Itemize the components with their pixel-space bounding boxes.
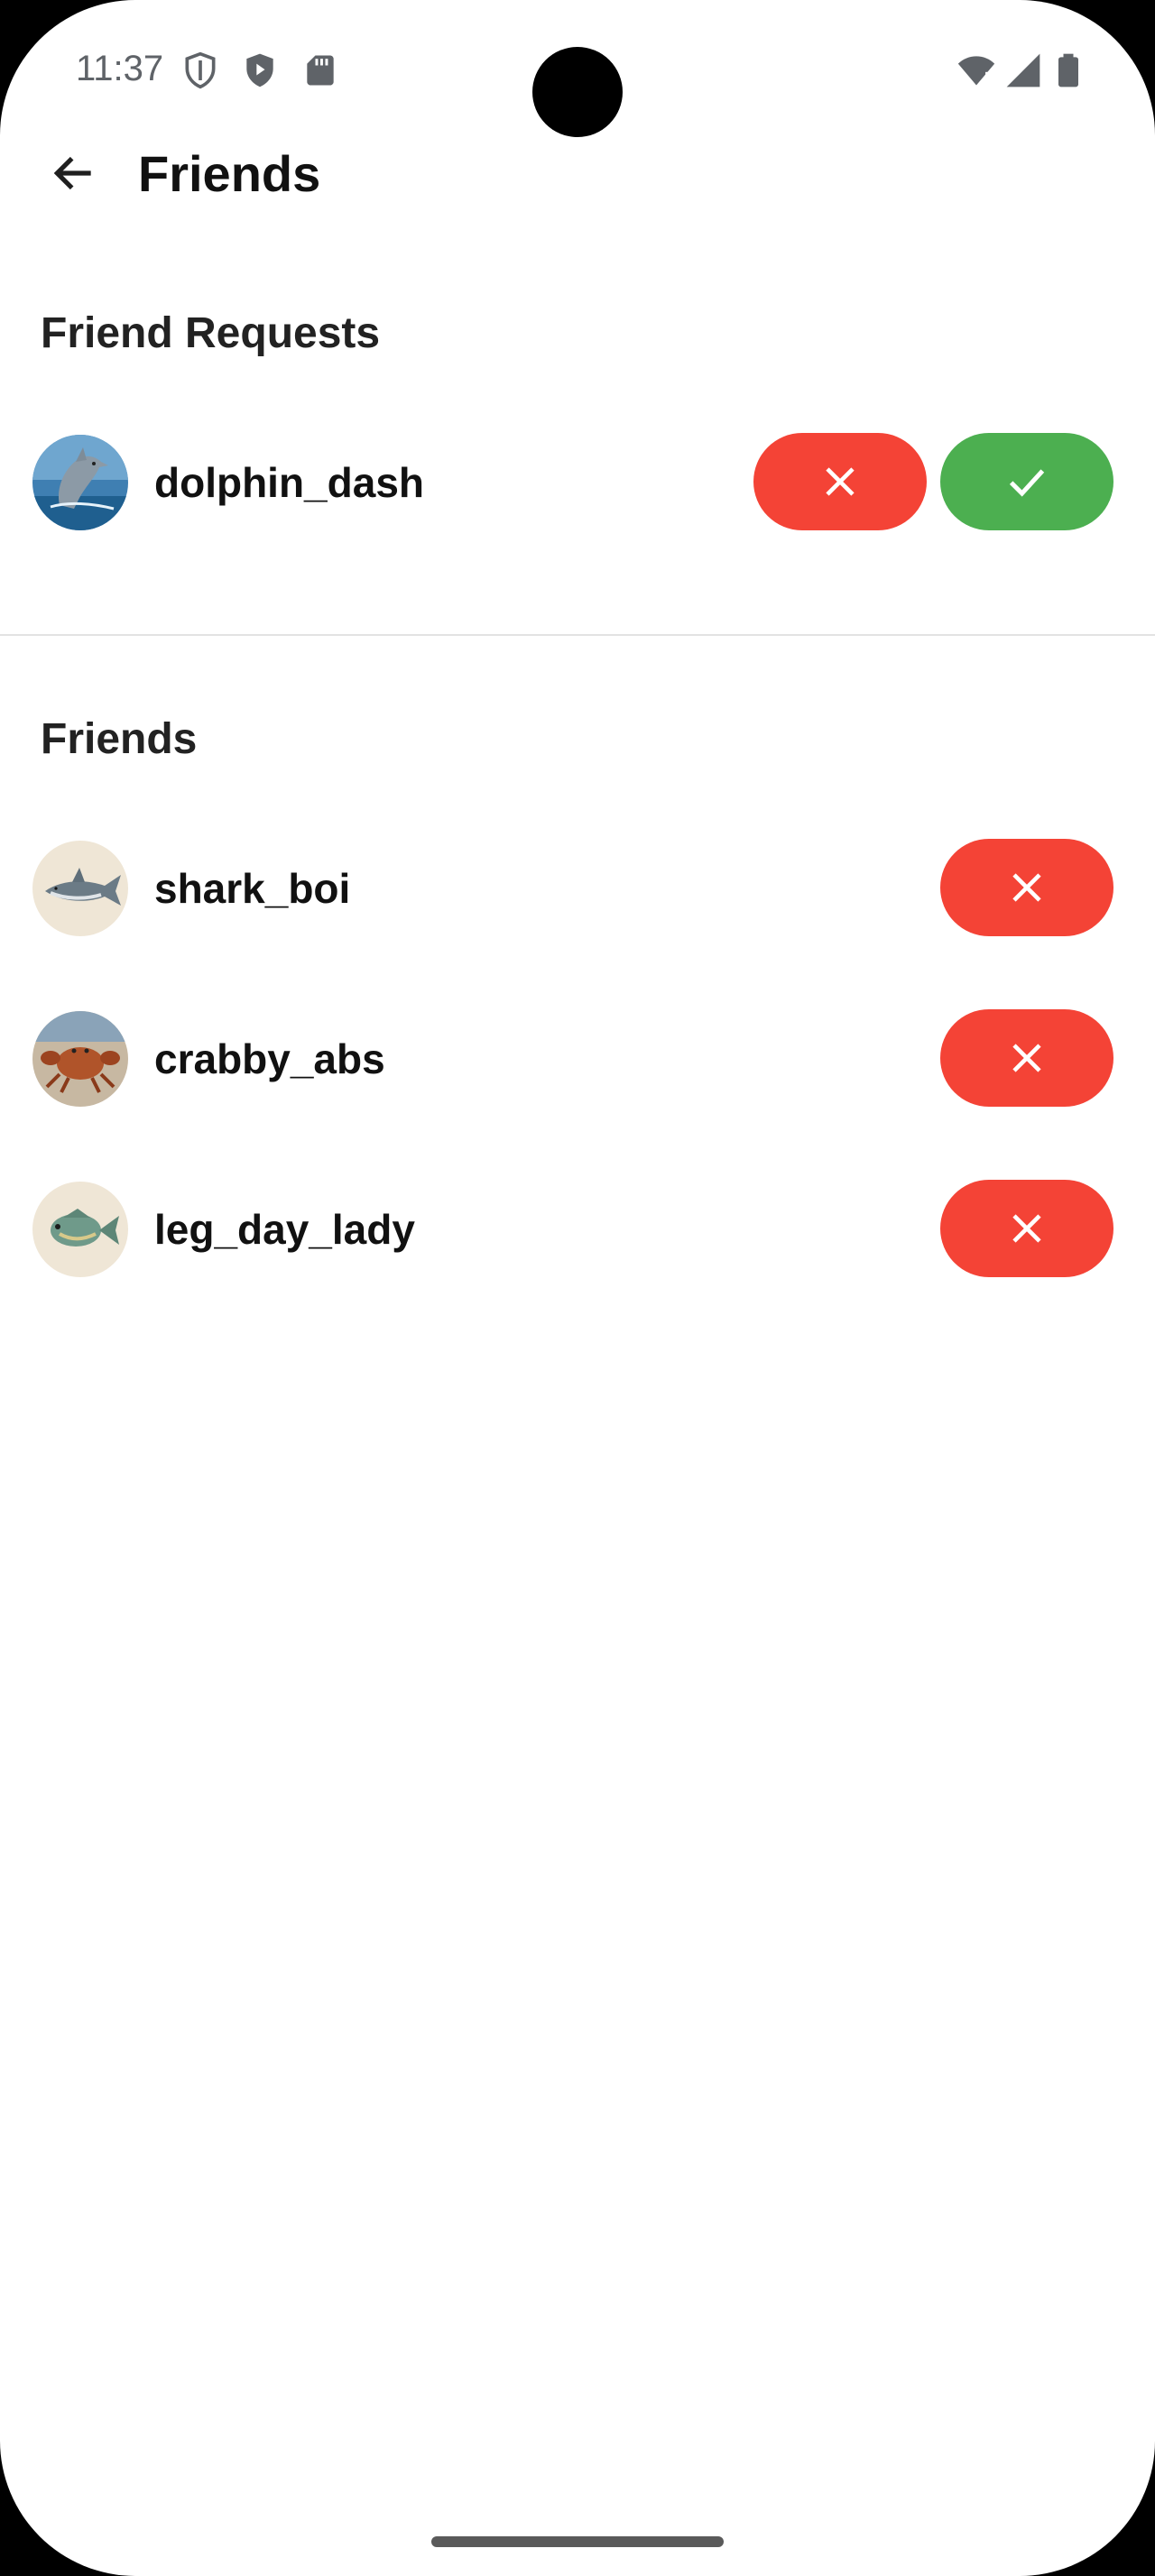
status-bar: 11:37: [0, 0, 1155, 137]
play-protect-icon: [246, 53, 273, 87]
remove-friend-button[interactable]: [940, 1180, 1113, 1277]
close-icon: [826, 467, 855, 496]
front-camera: [532, 47, 623, 137]
avatar: [32, 1011, 128, 1107]
back-button[interactable]: [36, 135, 112, 211]
page-title: Friends: [138, 145, 321, 202]
vpn-shield-icon: [185, 51, 216, 89]
username: crabby_abs: [154, 1035, 385, 1082]
avatar: [32, 1182, 128, 1277]
wifi-alert-icon: [957, 56, 995, 86]
close-icon: [1012, 1214, 1041, 1243]
dolphin-avatar-icon: [32, 435, 128, 530]
battery-icon: [1058, 53, 1078, 87]
friend-row: crabby_abs: [0, 1009, 1155, 1109]
sd-card-icon: [307, 55, 334, 86]
close-icon: [1012, 873, 1041, 902]
friend-requests-heading: Friend Requests: [41, 309, 381, 357]
avatar: [32, 435, 128, 530]
signal-icon: [1006, 53, 1040, 87]
decline-request-button[interactable]: [753, 433, 927, 530]
section-divider: [0, 634, 1155, 636]
status-time: 11:37: [76, 49, 164, 88]
app-bar: Friends: [0, 135, 1155, 213]
friends-heading: Friends: [41, 715, 198, 763]
app-screen: 11:37 Friends Friend Requests dolphin_da…: [0, 0, 1155, 2576]
crab-avatar-icon: [32, 1011, 128, 1107]
shark-avatar-icon: [32, 841, 128, 936]
username: dolphin_dash: [154, 459, 424, 506]
friend-request-row: dolphin_dash: [0, 433, 1155, 532]
arrow-back-icon: [53, 156, 91, 190]
accept-request-button[interactable]: [940, 433, 1113, 530]
avatar: [32, 841, 128, 936]
close-icon: [1012, 1044, 1041, 1072]
friend-row: leg_day_lady: [0, 1180, 1155, 1279]
home-indicator[interactable]: [431, 2536, 724, 2547]
remove-friend-button[interactable]: [940, 839, 1113, 936]
username: shark_boi: [154, 865, 351, 912]
check-icon: [1009, 469, 1045, 497]
friend-row: shark_boi: [0, 839, 1155, 938]
username: leg_day_lady: [154, 1206, 415, 1253]
fish-avatar-icon: [32, 1182, 128, 1277]
remove-friend-button[interactable]: [940, 1009, 1113, 1107]
